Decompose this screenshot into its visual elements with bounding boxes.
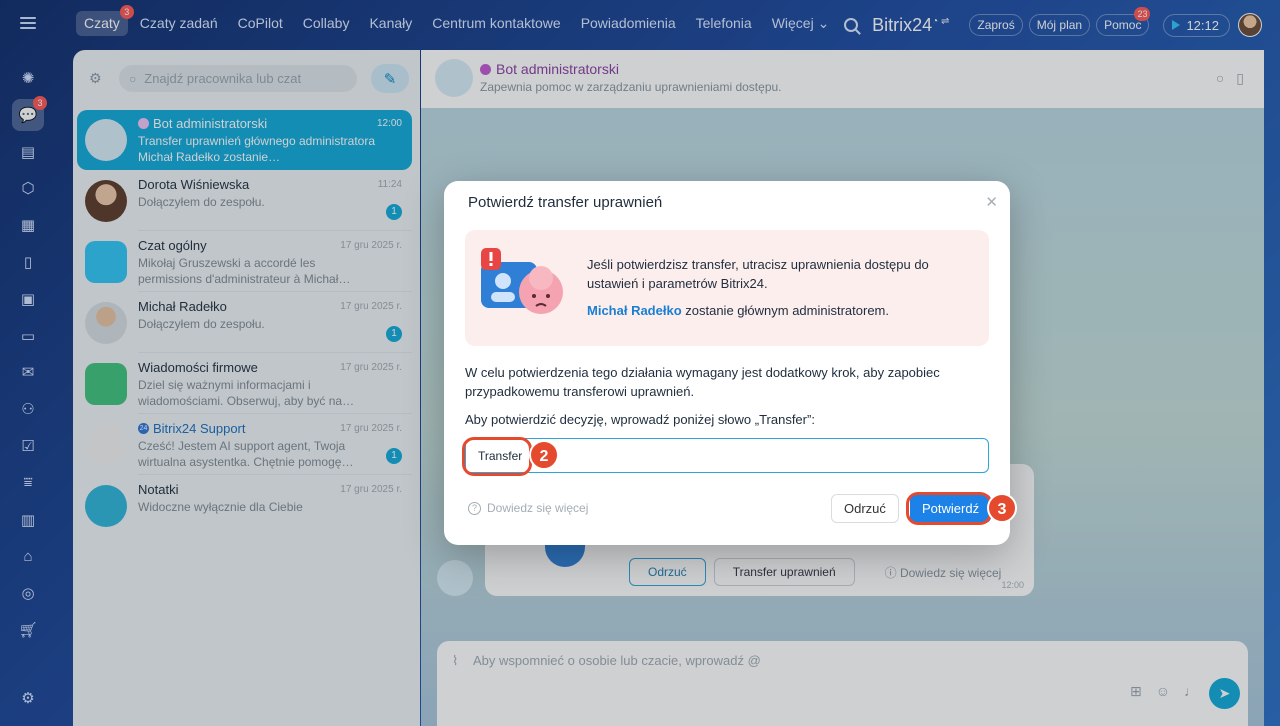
learn-more-link[interactable]: ? Dowiedz się więcej <box>468 501 588 515</box>
new-admin-link[interactable]: Michał Radełko <box>587 303 682 318</box>
dialog-prompt: Aby potwierdzić decyzję, wprowadź poniże… <box>465 412 815 427</box>
close-icon[interactable]: ✕ <box>985 193 998 211</box>
confirm-transfer-dialog: Potwierdź transfer uprawnień ✕ Jeśli pot… <box>444 181 1010 545</box>
warning-text: Jeśli potwierdzisz transfer, utracisz up… <box>587 257 929 291</box>
highlight-ring-confirm <box>906 492 992 525</box>
warning-box: Jeśli potwierdzisz transfer, utracisz up… <box>465 230 989 346</box>
warning-illustration <box>481 248 563 314</box>
step-badge-3: 3 <box>987 493 1017 523</box>
dialog-description: W celu potwierdzenia tego działania wyma… <box>465 365 940 399</box>
dialog-title: Potwierdź transfer uprawnień <box>468 194 663 211</box>
question-icon: ? <box>468 501 481 515</box>
step-badge-2: 2 <box>529 440 559 470</box>
reject-button[interactable]: Odrzuć <box>831 494 899 523</box>
highlight-ring-input <box>462 437 532 476</box>
